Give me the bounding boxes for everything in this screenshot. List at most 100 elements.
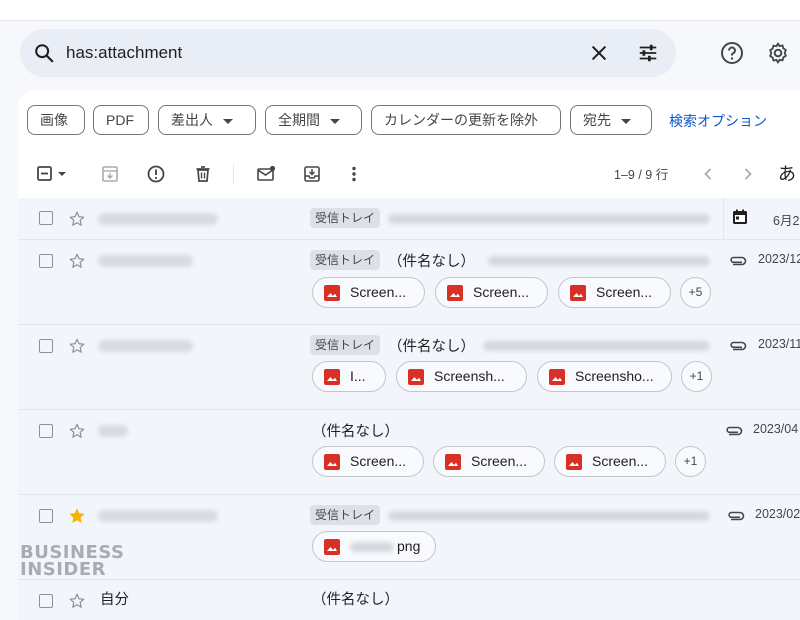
attachment-chip[interactable]: I... — [312, 361, 386, 392]
star-icon[interactable] — [68, 252, 86, 270]
image-file-icon — [324, 285, 340, 301]
chevron-down-icon — [223, 118, 233, 124]
more-vertical-icon[interactable] — [344, 164, 364, 184]
filename-redacted — [350, 542, 394, 552]
more-attachments-badge[interactable]: +1 — [675, 446, 706, 477]
star-icon[interactable] — [68, 210, 86, 228]
delete-icon[interactable] — [193, 164, 213, 184]
inbox-label: 受信トレイ — [310, 505, 381, 525]
sender-redacted — [98, 510, 218, 522]
sender-redacted — [98, 213, 218, 225]
paperclip-icon — [726, 426, 743, 436]
email-subject: （件名なし） — [388, 254, 475, 270]
row-checkbox[interactable] — [39, 254, 53, 268]
chevron-right-icon[interactable] — [738, 164, 758, 184]
row-divider — [723, 198, 724, 239]
paperclip-icon — [730, 256, 747, 266]
calendar-icon — [733, 209, 747, 224]
attachment-chip[interactable]: Screen... — [433, 446, 545, 477]
list-toolbar: 1–9 / 9 行 あ — [18, 160, 800, 188]
search-input[interactable]: has:attachment — [66, 29, 182, 77]
attachment-chip[interactable]: Screen... — [312, 446, 424, 477]
inbox-label: 受信トレイ — [310, 208, 381, 228]
attachment-chip[interactable]: png — [312, 531, 436, 562]
row-checkbox[interactable] — [39, 424, 53, 438]
attachment-chip[interactable]: Screen... — [435, 277, 548, 308]
email-subject: （件名なし） — [388, 339, 475, 355]
attachment-chip[interactable]: Screen... — [558, 277, 671, 308]
star-icon[interactable] — [68, 422, 86, 440]
email-date: 2023/11 — [758, 337, 800, 351]
email-row[interactable]: （件名なし） Screen... Screen... Screen... +1 … — [18, 410, 800, 495]
email-row[interactable]: 自分 （件名なし） — [18, 580, 800, 620]
email-date: 2023/02 — [755, 507, 800, 521]
image-file-icon — [324, 454, 340, 470]
star-icon[interactable] — [68, 592, 86, 610]
search-bar[interactable]: has:attachment — [20, 29, 676, 77]
filter-chip-any-time[interactable]: 全期間 — [265, 105, 362, 135]
paperclip-icon — [730, 341, 747, 351]
clear-search-icon[interactable] — [588, 42, 610, 64]
browser-top-strip — [0, 0, 800, 21]
more-attachments-badge[interactable]: +5 — [680, 277, 711, 308]
email-subject: （件名なし） — [312, 592, 399, 608]
snippet-redacted — [488, 256, 710, 266]
email-row[interactable]: 受信トレイ png 2023/02 — [18, 495, 800, 580]
input-tools-button[interactable]: あ — [778, 160, 796, 186]
star-icon[interactable] — [68, 337, 86, 355]
email-date: 6月2 — [773, 214, 800, 228]
attachment-chip[interactable]: Screensho... — [537, 361, 672, 392]
email-row[interactable]: 受信トレイ 6月2 — [18, 198, 800, 240]
filter-chip-images[interactable]: 画像 — [27, 105, 85, 135]
snippet-redacted — [388, 511, 710, 521]
select-all-checkbox[interactable] — [36, 164, 68, 184]
sender-redacted — [98, 255, 193, 267]
settings-gear-icon[interactable] — [766, 41, 790, 65]
attachment-chip[interactable]: Screensh... — [396, 361, 527, 392]
chevron-left-icon[interactable] — [698, 164, 718, 184]
archive-icon[interactable] — [100, 164, 120, 184]
star-icon[interactable] — [68, 507, 86, 525]
sender-name: 自分 — [100, 592, 129, 608]
toolbar-divider — [233, 164, 234, 184]
chevron-down-icon — [621, 118, 631, 124]
attachment-chip[interactable]: Screen... — [554, 446, 666, 477]
snippet-redacted — [388, 214, 710, 224]
search-options-icon[interactable] — [636, 42, 660, 64]
filter-chip-to[interactable]: 宛先 — [570, 105, 652, 135]
image-file-icon — [445, 454, 461, 470]
row-checkbox[interactable] — [39, 509, 53, 523]
chevron-down-icon — [330, 118, 340, 124]
sender-redacted — [98, 425, 128, 437]
image-file-icon — [324, 539, 340, 555]
email-date: 2023/12 — [758, 252, 800, 266]
report-spam-icon[interactable] — [146, 164, 166, 184]
more-attachments-badge[interactable]: +1 — [681, 361, 712, 392]
image-file-icon — [570, 285, 586, 301]
email-row[interactable]: 受信トレイ （件名なし） Screen... Screen... Screen.… — [18, 240, 800, 325]
inbox-label: 受信トレイ — [310, 335, 381, 355]
email-row[interactable]: 受信トレイ （件名なし） I... Screensh... Screensho.… — [18, 325, 800, 410]
filter-chip-exclude-calendar[interactable]: カレンダーの更新を除外 — [371, 105, 561, 135]
filter-chip-pdf[interactable]: PDF — [93, 105, 149, 135]
attachment-chip[interactable]: Screen... — [312, 277, 425, 308]
search-icon[interactable] — [33, 42, 55, 64]
move-to-inbox-icon[interactable] — [302, 164, 322, 184]
inbox-label: 受信トレイ — [310, 250, 381, 270]
row-checkbox[interactable] — [39, 211, 53, 225]
image-file-icon — [549, 369, 565, 385]
image-file-icon — [447, 285, 463, 301]
mark-as-unread-icon[interactable] — [256, 164, 276, 184]
row-checkbox[interactable] — [39, 594, 53, 608]
row-checkbox[interactable] — [39, 339, 53, 353]
image-file-icon — [566, 454, 582, 470]
snippet-redacted — [483, 341, 710, 351]
pagination-count: 1–9 / 9 行 — [614, 168, 669, 182]
advanced-search-link[interactable]: 検索オプション — [669, 111, 767, 131]
image-file-icon — [324, 369, 340, 385]
image-file-icon — [408, 369, 424, 385]
help-icon[interactable] — [720, 41, 744, 65]
filter-chip-from[interactable]: 差出人 — [158, 105, 256, 135]
paperclip-icon — [728, 511, 745, 521]
email-date: 2023/04 — [753, 422, 799, 436]
